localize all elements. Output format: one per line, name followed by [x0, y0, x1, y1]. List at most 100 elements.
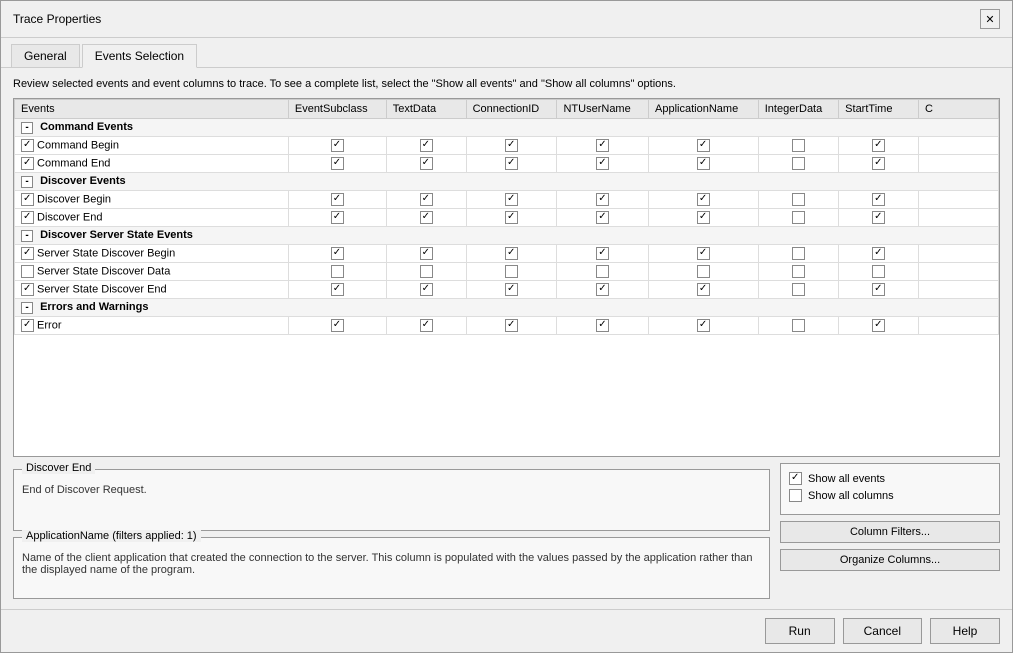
cb-err-connid[interactable]	[505, 319, 518, 332]
table-row: Discover Begin	[15, 191, 999, 209]
cb-disc-begin-connid[interactable]	[505, 193, 518, 206]
group-label-errors: Errors and Warnings	[40, 301, 148, 313]
cb-cmd-begin-ntuser[interactable]	[596, 139, 609, 152]
row-checkbox-ss-end[interactable]	[21, 283, 34, 296]
cb-ss-end-textdata[interactable]	[420, 283, 433, 296]
cb-err-eventsub[interactable]	[331, 319, 344, 332]
cb-err-textdata[interactable]	[420, 319, 433, 332]
row-checkbox-error[interactable]	[21, 319, 34, 332]
group-label-discover: Discover Events	[40, 175, 126, 187]
window-title: Trace Properties	[13, 12, 101, 26]
cb-ss-end-eventsub[interactable]	[331, 283, 344, 296]
cb-disc-end-eventsub[interactable]	[331, 211, 344, 224]
column-filters-button[interactable]: Column Filters...	[780, 521, 1000, 543]
show-all-events-checkbox[interactable]	[789, 472, 802, 485]
cb-ss-begin-ntuser[interactable]	[596, 247, 609, 260]
row-checkbox-command-end[interactable]	[21, 157, 34, 170]
group-toggle-errors[interactable]: -	[21, 302, 33, 314]
cb-disc-begin-appname[interactable]	[697, 193, 710, 206]
col-header-c: C	[919, 100, 999, 119]
cb-ss-end-intdata[interactable]	[792, 283, 805, 296]
cb-ss-data-intdata[interactable]	[792, 265, 805, 278]
tab-general[interactable]: General	[11, 44, 80, 67]
cb-ss-begin-appname[interactable]	[697, 247, 710, 260]
cb-cmd-end-connid[interactable]	[505, 157, 518, 170]
close-button[interactable]: ✕	[980, 9, 1000, 29]
table-row: Server State Discover End	[15, 281, 999, 299]
cb-cmd-end-ntuser[interactable]	[596, 157, 609, 170]
event-name: Discover End	[15, 209, 289, 227]
cb-cmd-begin-intdata[interactable]	[792, 139, 805, 152]
cb-ss-data-eventsub[interactable]	[331, 265, 344, 278]
event-name: Command Begin	[15, 137, 289, 155]
cb-disc-end-appname[interactable]	[697, 211, 710, 224]
cb-disc-end-starttime[interactable]	[872, 211, 885, 224]
cb-disc-end-connid[interactable]	[505, 211, 518, 224]
cb-ss-end-appname[interactable]	[697, 283, 710, 296]
show-all-columns-label: Show all columns	[808, 490, 894, 502]
cb-cmd-end-eventsub[interactable]	[331, 157, 344, 170]
cb-cmd-begin-connid[interactable]	[505, 139, 518, 152]
cb-ss-end-starttime[interactable]	[872, 283, 885, 296]
table-row: Command Begin	[15, 137, 999, 155]
cb-err-starttime[interactable]	[872, 319, 885, 332]
group-command-events: - Command Events	[15, 119, 999, 137]
cb-ss-begin-eventsub[interactable]	[331, 247, 344, 260]
group-toggle-command[interactable]: -	[21, 122, 33, 134]
cb-ss-data-ntuser[interactable]	[596, 265, 609, 278]
cb-cmd-begin-textdata[interactable]	[420, 139, 433, 152]
cb-disc-begin-ntuser[interactable]	[596, 193, 609, 206]
help-button[interactable]: Help	[930, 618, 1000, 644]
cb-ss-begin-intdata[interactable]	[792, 247, 805, 260]
cb-ss-begin-starttime[interactable]	[872, 247, 885, 260]
show-all-events-label: Show all events	[808, 473, 885, 485]
tab-events-selection[interactable]: Events Selection	[82, 44, 197, 68]
cb-ss-end-ntuser[interactable]	[596, 283, 609, 296]
cb-cmd-end-textdata[interactable]	[420, 157, 433, 170]
cb-err-intdata[interactable]	[792, 319, 805, 332]
cb-disc-end-intdata[interactable]	[792, 211, 805, 224]
cancel-button[interactable]: Cancel	[843, 618, 922, 644]
run-button[interactable]: Run	[765, 618, 835, 644]
cb-disc-end-ntuser[interactable]	[596, 211, 609, 224]
cb-disc-end-textdata[interactable]	[420, 211, 433, 224]
table-row: Discover End	[15, 209, 999, 227]
row-checkbox-ss-begin[interactable]	[21, 247, 34, 260]
row-checkbox-discover-begin[interactable]	[21, 193, 34, 206]
events-table-container[interactable]: Events EventSubclass TextData Connection…	[13, 98, 1000, 457]
cb-ss-begin-textdata[interactable]	[420, 247, 433, 260]
cb-disc-begin-starttime[interactable]	[872, 193, 885, 206]
cb-cmd-end-appname[interactable]	[697, 157, 710, 170]
cb-cmd-end-intdata[interactable]	[792, 157, 805, 170]
event-name: Server State Discover Data	[15, 263, 289, 281]
action-buttons: Column Filters... Organize Columns...	[780, 521, 1000, 571]
row-checkbox-ss-data[interactable]	[21, 265, 34, 278]
cb-ss-data-textdata[interactable]	[420, 265, 433, 278]
cb-cmd-begin-eventsub[interactable]	[331, 139, 344, 152]
cb-ss-data-starttime[interactable]	[872, 265, 885, 278]
group-toggle-serverstate[interactable]: -	[21, 230, 33, 242]
content-area: Review selected events and event columns…	[1, 68, 1012, 609]
application-name-content: Name of the client application that crea…	[14, 538, 769, 598]
dialog-window: Trace Properties ✕ General Events Select…	[0, 0, 1013, 653]
row-checkbox-command-begin[interactable]	[21, 139, 34, 152]
lower-right: Show all events Show all columns Column …	[780, 463, 1000, 599]
show-all-columns-checkbox[interactable]	[789, 489, 802, 502]
cb-ss-begin-connid[interactable]	[505, 247, 518, 260]
cb-disc-begin-eventsub[interactable]	[331, 193, 344, 206]
cb-cmd-begin-appname[interactable]	[697, 139, 710, 152]
cb-ss-data-connid[interactable]	[505, 265, 518, 278]
row-checkbox-discover-end[interactable]	[21, 211, 34, 224]
cb-ss-data-appname[interactable]	[697, 265, 710, 278]
cb-cmd-begin-starttime[interactable]	[872, 139, 885, 152]
cb-ss-end-connid[interactable]	[505, 283, 518, 296]
cb-disc-begin-textdata[interactable]	[420, 193, 433, 206]
cb-err-appname[interactable]	[697, 319, 710, 332]
group-toggle-discover[interactable]: -	[21, 176, 33, 188]
organize-columns-button[interactable]: Organize Columns...	[780, 549, 1000, 571]
cb-disc-begin-intdata[interactable]	[792, 193, 805, 206]
cb-cmd-end-starttime[interactable]	[872, 157, 885, 170]
table-row: Error	[15, 317, 999, 335]
col-header-textdata: TextData	[386, 100, 466, 119]
cb-err-ntuser[interactable]	[596, 319, 609, 332]
